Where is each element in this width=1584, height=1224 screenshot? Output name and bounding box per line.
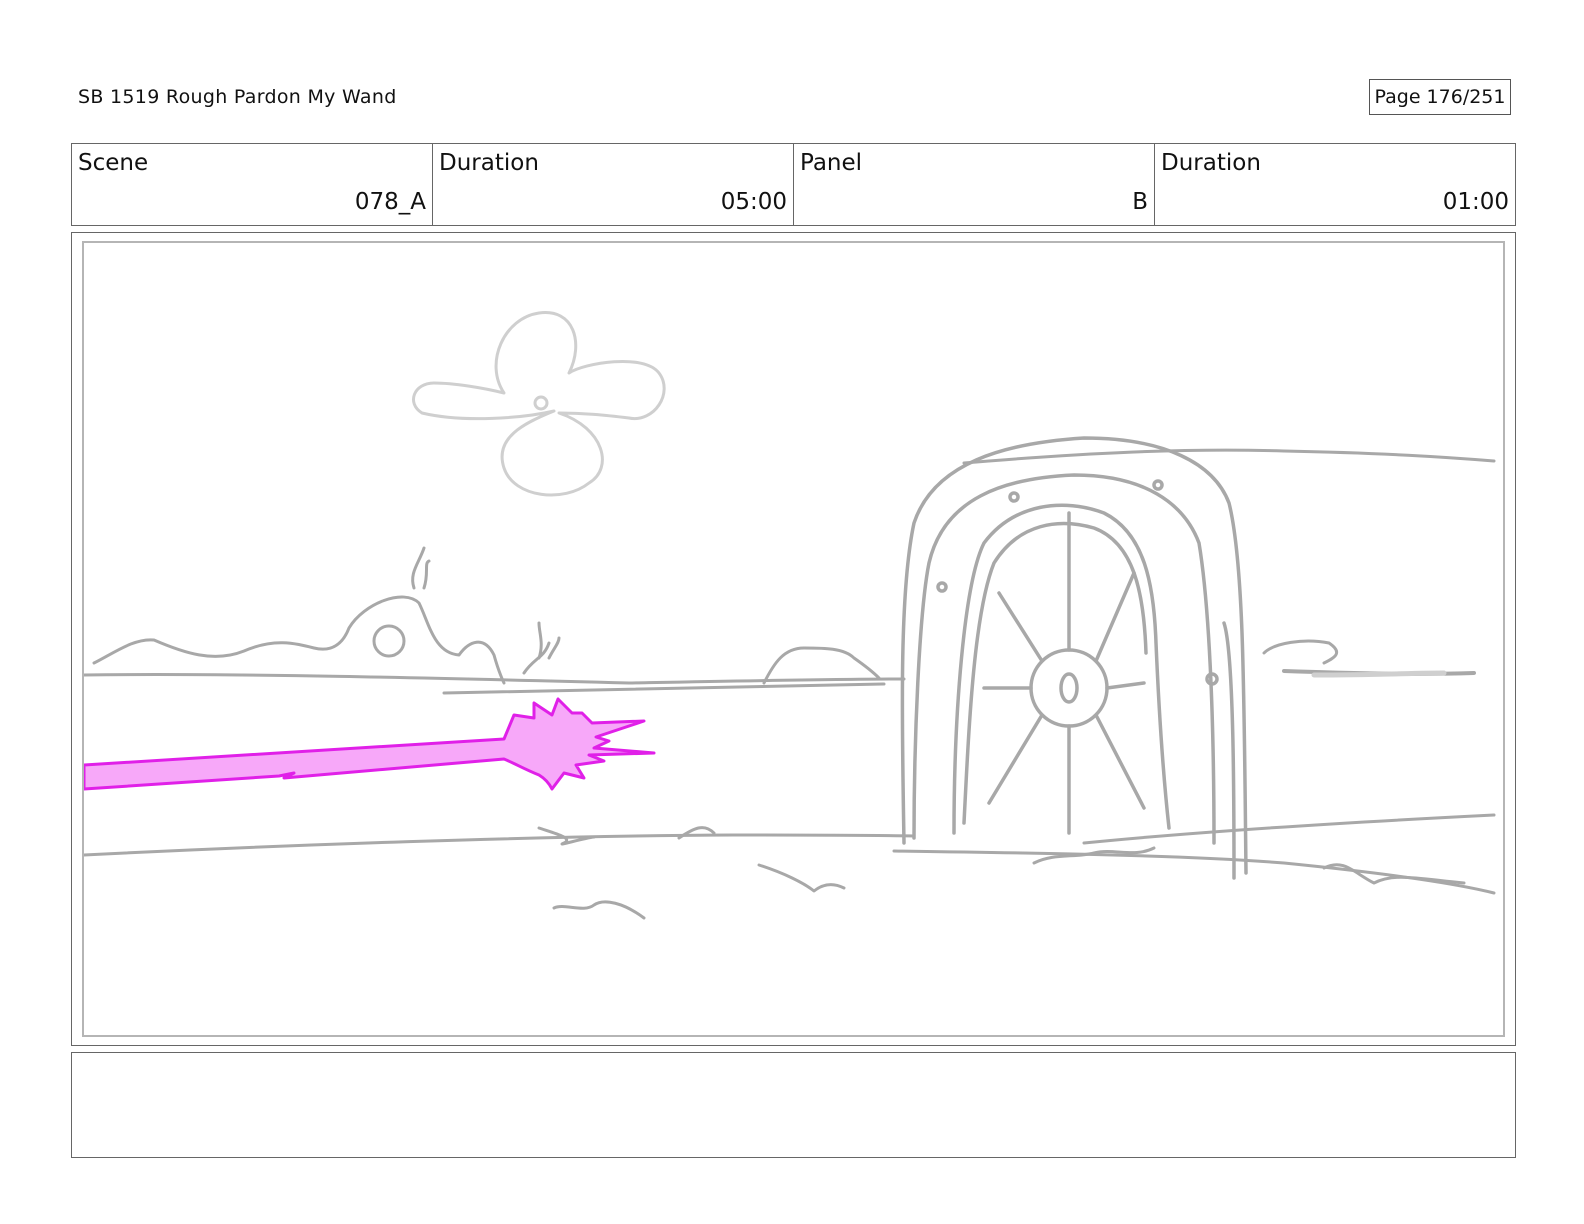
magic-beam [84,697,656,791]
panel-duration-cell: Duration 01:00 [1155,144,1515,225]
document-title: SB 1519 Rough Pardon My Wand [78,86,397,108]
panel-duration-value: 01:00 [1442,189,1509,215]
page-number: Page 176/251 [1369,79,1511,115]
wheel-door [900,436,1248,880]
scene-value: 078_A [354,189,426,215]
scene-cell: Scene 078_A [72,144,433,225]
scene-duration-cell: Duration 05:00 [433,144,794,225]
panel-value: B [1132,189,1148,215]
panel-cell: Panel B [794,144,1155,225]
storyboard-panel [71,232,1516,1046]
scene-duration-label: Duration [439,150,539,176]
notes-box [71,1052,1516,1158]
sketch-drawing [84,311,1496,920]
foreground-lines [84,813,1496,920]
panel-artwork [82,241,1505,1037]
scene-duration-value: 05:00 [720,189,787,215]
horizon-lines [84,546,906,695]
flower-cloud [412,311,666,497]
info-table: Scene 078_A Duration 05:00 Panel B Durat… [71,143,1516,226]
scene-label: Scene [78,150,149,176]
panel-duration-label: Duration [1161,150,1261,176]
panel-label: Panel [800,150,863,176]
